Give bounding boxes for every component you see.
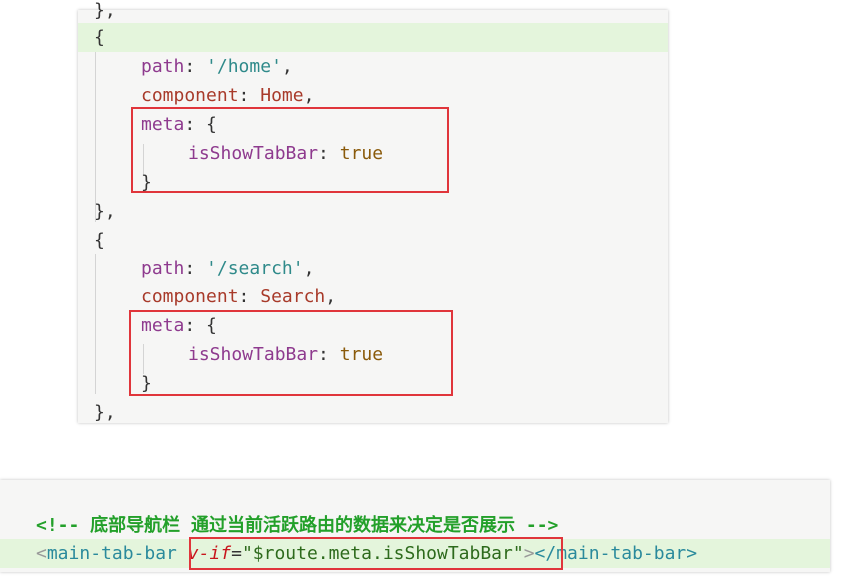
annotation-box-v-if xyxy=(189,537,563,570)
indent-guide xyxy=(95,40,96,222)
code-line: path: '/home', xyxy=(141,56,293,77)
code-line: component: Home, xyxy=(141,85,315,106)
code-line: component: Search, xyxy=(141,286,337,307)
annotation-box-meta-home xyxy=(131,107,449,193)
code-line: }, xyxy=(94,201,116,222)
annotation-box-meta-search xyxy=(129,310,453,396)
code-line: { xyxy=(94,230,105,251)
code-line-highlighted: { xyxy=(78,23,668,52)
code-line: }, xyxy=(94,402,116,423)
code-comment-line: <!-- 底部导航栏 通过当前活跃路由的数据来决定是否展示 --> xyxy=(36,515,559,536)
code-line: path: '/search', xyxy=(141,258,315,279)
code-line: }, xyxy=(94,0,116,21)
indent-guide xyxy=(95,254,96,394)
